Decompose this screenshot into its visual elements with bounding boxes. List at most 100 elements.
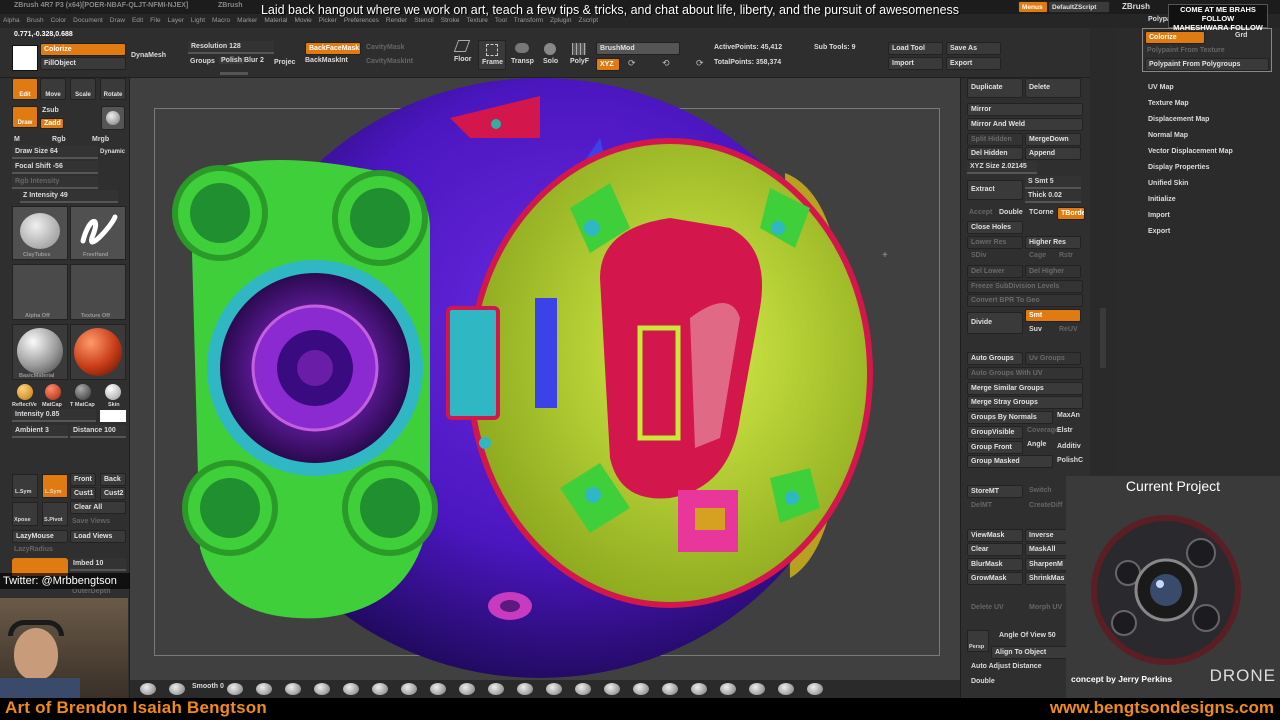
quick-brush-icon[interactable] — [517, 683, 533, 695]
move-button[interactable]: Move — [40, 78, 66, 100]
material-slot-skin[interactable] — [70, 324, 126, 380]
s-smt-slider[interactable]: S Smt 5 — [1025, 176, 1081, 189]
menu-item-zplugin[interactable]: Zplugin — [550, 17, 571, 24]
tmatcap-material-icon[interactable] — [75, 384, 91, 400]
sdiv-slider[interactable]: SDiv — [971, 252, 987, 259]
brush-icon[interactable] — [101, 106, 125, 130]
thick-slider[interactable]: Thick 0.02 — [1025, 190, 1081, 203]
rotate-z-icon[interactable]: ⟲ — [662, 58, 670, 69]
reflect-material-icon[interactable] — [17, 384, 33, 400]
groups-by-normals-button[interactable]: Groups By Normals — [967, 411, 1053, 424]
secondary-color-swatch[interactable] — [100, 410, 126, 422]
draw-button[interactable]: Draw — [12, 106, 38, 128]
draw-size-slider[interactable]: Draw Size 64 — [12, 146, 98, 159]
polish-button[interactable]: Polish — [219, 57, 245, 64]
cage-button[interactable]: Cage — [1029, 252, 1046, 259]
distance-slider[interactable]: Distance 100 — [70, 425, 126, 438]
intensity-slider[interactable]: Intensity 0.85 — [12, 409, 96, 422]
transp-button[interactable]: Transp — [510, 40, 534, 70]
zsub-button[interactable]: Zsub — [42, 107, 59, 114]
lsym-active-button[interactable]: L.Sym — [42, 474, 68, 498]
palette-item-unified-skin[interactable]: Unified Skin — [1148, 180, 1188, 187]
solo-button[interactable]: Solo — [538, 40, 562, 70]
xyz-button[interactable]: XYZ — [596, 58, 620, 71]
auto-groups-button[interactable]: Auto Groups — [967, 352, 1023, 365]
menu-item-stroke[interactable]: Stroke — [441, 17, 460, 24]
rotate-button[interactable]: Rotate — [100, 78, 126, 100]
viewmask-button[interactable]: ViewMask — [967, 529, 1023, 542]
quick-brush-icon[interactable] — [285, 683, 301, 695]
zadd-button[interactable]: Zadd — [40, 118, 64, 129]
maxangle-slider[interactable]: MaxAn — [1057, 412, 1080, 419]
load-tool-button[interactable]: Load Tool — [888, 42, 943, 55]
extract-button[interactable]: Extract — [967, 180, 1023, 200]
palette-item-initialize[interactable]: Initialize — [1148, 196, 1176, 203]
drone-model[interactable] — [130, 78, 960, 680]
quick-brush-icon[interactable] — [633, 683, 649, 695]
menu-item-preferences[interactable]: Preferences — [344, 17, 379, 24]
back-view-button[interactable]: Back — [100, 473, 126, 486]
elstr-slider[interactable]: Elstr — [1057, 427, 1073, 434]
clear-mask-button[interactable]: Clear — [967, 543, 1023, 556]
frame-button[interactable]: Frame — [478, 40, 506, 70]
del-hidden-button[interactable]: Del Hidden — [967, 147, 1023, 160]
lazymouse-button[interactable]: LazyMouse — [12, 530, 68, 543]
cust2-view-button[interactable]: Cust2 — [100, 487, 126, 500]
quick-brush-icon[interactable] — [372, 683, 388, 695]
quick-brush-icon[interactable] — [401, 683, 417, 695]
divide-button[interactable]: Divide — [967, 312, 1023, 334]
default-zscript-button[interactable]: DefaultZScript — [1048, 1, 1110, 13]
quick-brush-icon[interactable] — [459, 683, 475, 695]
group-masked-button[interactable]: Group Masked — [967, 455, 1053, 468]
brushmod-slider[interactable]: BrushMod — [596, 42, 680, 55]
rgb-button[interactable]: Rgb — [52, 136, 66, 143]
lsym-button[interactable]: L.Sym — [12, 474, 38, 498]
palette-item-export[interactable]: Export — [1148, 228, 1170, 235]
backface-mask-button[interactable]: BackFaceMask — [305, 42, 361, 55]
xpose-button[interactable]: Xpose — [12, 502, 38, 526]
accept-button[interactable]: Accept — [969, 209, 992, 216]
menu-item-brush[interactable]: Brush — [27, 17, 44, 24]
switch-button[interactable]: Switch — [1029, 487, 1052, 494]
resolution-slider[interactable]: Resolution 128 — [188, 41, 274, 54]
polypaint-from-texture-button[interactable]: Polypaint From Texture — [1147, 47, 1225, 54]
palette-item-normal-map[interactable]: Normal Map — [1148, 132, 1188, 139]
alpha-slot[interactable]: Alpha Off — [12, 264, 68, 320]
store-mt-button[interactable]: StoreMT — [967, 485, 1023, 498]
mirror-and-weld-button[interactable]: Mirror And Weld — [967, 118, 1083, 131]
angle-of-view-slider[interactable]: Angle Of View 50 — [999, 632, 1056, 639]
brush-slot-claytubes[interactable]: ClayTubes — [12, 206, 68, 260]
menu-item-marker[interactable]: Marker — [237, 17, 257, 24]
palette-item-display-properties[interactable]: Display Properties — [1148, 164, 1209, 171]
clear-all-views-button[interactable]: Clear All — [70, 501, 126, 514]
menu-item-zscript[interactable]: Zscript — [579, 17, 599, 24]
skin-small-material-icon[interactable] — [105, 384, 121, 400]
smt-toggle[interactable]: Smt — [1025, 309, 1081, 322]
menu-item-texture[interactable]: Texture — [467, 17, 488, 24]
cavity-mask-int-slider[interactable]: CavityMaskInt — [366, 58, 413, 65]
rstr-button[interactable]: Rstr — [1059, 252, 1073, 259]
save-as-button[interactable]: Save As — [946, 42, 1001, 55]
quick-brush-icon[interactable] — [691, 683, 707, 695]
edit-button[interactable]: Edit — [12, 78, 38, 100]
save-views-button[interactable]: Save Views — [72, 518, 110, 525]
menus-button[interactable]: Menus — [1018, 1, 1048, 13]
quick-brush-icon[interactable] — [662, 683, 678, 695]
suv-toggle[interactable]: Suv — [1029, 326, 1042, 333]
split-hidden-button[interactable]: Split Hidden — [967, 133, 1023, 146]
dynamesh-button[interactable]: DynaMesh — [131, 52, 166, 59]
lazyradius-slider[interactable]: LazyRadius — [14, 546, 53, 553]
blur-mask-button[interactable]: BlurMask — [967, 558, 1023, 571]
palette-item-uv-map[interactable]: UV Map — [1148, 84, 1174, 91]
grd-toggle[interactable]: Grd — [1235, 32, 1247, 39]
menu-item-transform[interactable]: Transform — [514, 17, 543, 24]
create-diff-button[interactable]: CreateDiff — [1029, 502, 1062, 509]
merge-stray-groups-button[interactable]: Merge Stray Groups — [967, 396, 1083, 409]
menu-item-layer[interactable]: Layer — [168, 17, 184, 24]
close-holes-button[interactable]: Close Holes — [967, 221, 1023, 234]
auto-groups-with-uv-button[interactable]: Auto Groups With UV — [967, 367, 1083, 380]
quick-brush-icon[interactable] — [749, 683, 765, 695]
freeze-subdivision-button[interactable]: Freeze SubDivision Levels — [967, 280, 1083, 293]
menu-item-light[interactable]: Light — [191, 17, 205, 24]
menu-item-draw[interactable]: Draw — [110, 17, 125, 24]
